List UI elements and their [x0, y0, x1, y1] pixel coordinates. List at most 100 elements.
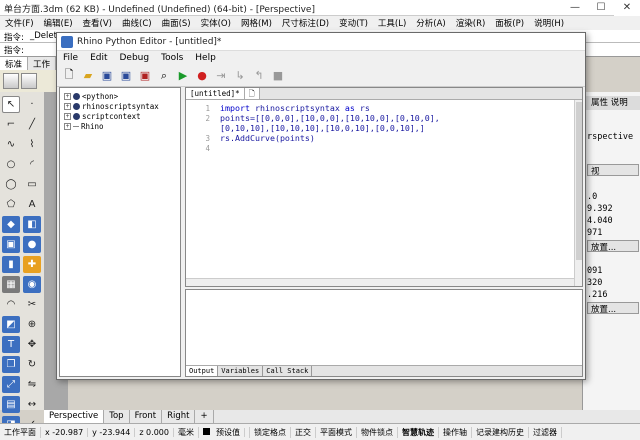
tab-call-stack[interactable]: Call Stack	[263, 366, 313, 376]
new-file-icon[interactable]	[3, 73, 19, 89]
cplane-label[interactable]: 工作平面	[0, 426, 41, 438]
smarttrack-toggle[interactable]: 智慧轨迹	[398, 426, 439, 438]
menu-edit[interactable]: 编辑(E)	[39, 17, 78, 29]
tab-perspective[interactable]: Perspective	[44, 410, 105, 423]
menu-help[interactable]: 说明(H)	[529, 17, 569, 29]
menu-file[interactable]: 文件(F)	[0, 17, 39, 29]
code-vertical-scrollbar[interactable]	[574, 100, 582, 286]
trim-icon[interactable]: ✂	[23, 296, 41, 313]
tree-node-scriptcontext[interactable]: + scriptcontext	[64, 112, 141, 121]
circle-icon[interactable]: ○	[2, 156, 20, 173]
rotate-icon[interactable]: ↻	[23, 356, 41, 373]
line-icon[interactable]: ╱	[23, 116, 41, 133]
tab-output[interactable]: Output	[186, 366, 219, 376]
freeform-curve-icon[interactable]: ⌇	[23, 136, 41, 153]
save-icon[interactable]: ▣	[99, 68, 115, 84]
step-into-icon[interactable]: ↳	[232, 68, 248, 84]
place-button-2[interactable]: 放置...	[587, 302, 639, 314]
step-out-icon[interactable]: ↰	[251, 68, 267, 84]
close-button[interactable]: ✕	[614, 0, 640, 16]
tab-variables[interactable]: Variables	[218, 366, 264, 376]
boolean-icon[interactable]: ✚	[23, 256, 41, 273]
move-icon[interactable]: ✥	[23, 336, 41, 353]
history-toggle[interactable]: 记录建构历史	[472, 426, 529, 438]
tree-node-python[interactable]: + <python>	[64, 92, 118, 101]
find-icon[interactable]: ⌕	[156, 68, 172, 84]
new-tab-button[interactable]: 🗋	[244, 88, 260, 99]
extrude-icon[interactable]: ◧	[23, 216, 41, 233]
array-icon[interactable]: ▤	[2, 396, 20, 413]
tree-node-rhinoscriptsyntax[interactable]: + rhinoscriptsyntax	[64, 102, 159, 111]
panel-tab[interactable]: 属性 说明	[583, 96, 640, 110]
ortho-toggle[interactable]: 正交	[291, 426, 316, 438]
cylinder-icon[interactable]: ▮	[2, 256, 20, 273]
menu-render[interactable]: 渲染(R)	[451, 17, 491, 29]
surface-icon[interactable]: ◆	[2, 216, 20, 233]
new-script-icon[interactable]: 🗋	[61, 68, 77, 84]
grid-snap-toggle[interactable]: 锁定格点	[250, 426, 291, 438]
polygon-icon[interactable]: ⬠	[2, 196, 20, 213]
dot-icon[interactable]: ·	[23, 96, 41, 113]
debug-icon[interactable]: ●	[194, 68, 210, 84]
sphere-icon[interactable]: ●	[23, 236, 41, 253]
place-button[interactable]: 放置...	[587, 240, 639, 252]
polyline-icon[interactable]: ⌐	[2, 116, 20, 133]
tab-standard[interactable]: 标准	[0, 57, 29, 70]
menu-mesh[interactable]: 网格(M)	[236, 17, 277, 29]
run-icon[interactable]: ▶	[175, 68, 191, 84]
tab-right[interactable]: Right	[162, 410, 196, 423]
stop-icon[interactable]: ■	[270, 68, 286, 84]
view-dropdown[interactable]: 视	[587, 164, 639, 176]
code-horizontal-scrollbar[interactable]	[186, 278, 574, 286]
menu-view[interactable]: 查看(V)	[78, 17, 117, 29]
layer-label[interactable]: 预设值	[199, 426, 250, 438]
open-script-icon[interactable]: ▰	[80, 68, 96, 84]
select-icon[interactable]: ↖	[2, 96, 20, 113]
editor-menu-tools[interactable]: Tools	[155, 53, 189, 63]
menu-surface[interactable]: 曲面(S)	[157, 17, 196, 29]
mesh-icon[interactable]: ▦	[2, 276, 20, 293]
save-all-icon[interactable]: ▣	[118, 68, 134, 84]
ellipse-icon[interactable]: ◯	[2, 176, 20, 193]
osnap-toggle[interactable]: 物件锁点	[357, 426, 398, 438]
step-over-icon[interactable]: ⇥	[213, 68, 229, 84]
gumball-toggle[interactable]: 操作轴	[439, 426, 472, 438]
box-icon[interactable]: ▣	[2, 236, 20, 253]
editor-menu-debug[interactable]: Debug	[114, 53, 156, 63]
tab-workspace[interactable]: 工作	[28, 57, 57, 70]
tab-front[interactable]: Front	[130, 410, 163, 423]
arc-icon[interactable]: ◜	[23, 156, 41, 173]
add-viewport-tab[interactable]: +	[195, 410, 214, 423]
code-editor[interactable]: [untitled]* 🗋 1 2 3 4 import rhinoscript…	[185, 87, 583, 287]
transform-icon[interactable]: T	[2, 336, 20, 353]
editor-menu-edit[interactable]: Edit	[84, 53, 113, 63]
tree-node-rhino[interactable]: + Rhino	[64, 122, 104, 131]
copy-icon[interactable]: ❐	[2, 356, 20, 373]
menu-panels[interactable]: 面板(P)	[490, 17, 529, 29]
editor-menu-help[interactable]: Help	[189, 53, 222, 63]
save-close-icon[interactable]: ▣	[137, 68, 153, 84]
planar-toggle[interactable]: 平面模式	[316, 426, 357, 438]
render-icon[interactable]: ◉	[23, 276, 41, 293]
open-file-icon[interactable]	[21, 73, 37, 89]
mirror-icon[interactable]: ⇋	[23, 376, 41, 393]
split-icon[interactable]: ◩	[2, 316, 20, 333]
scale-icon[interactable]: ⤢	[2, 376, 20, 393]
tab-top[interactable]: Top	[104, 410, 130, 423]
join-icon[interactable]: ⊕	[23, 316, 41, 333]
menu-dimension[interactable]: 尺寸标注(D)	[277, 17, 334, 29]
menu-tools[interactable]: 工具(L)	[373, 17, 411, 29]
minimize-button[interactable]: —	[562, 0, 588, 16]
text-icon[interactable]: A	[23, 196, 41, 213]
menu-curve[interactable]: 曲线(C)	[117, 17, 157, 29]
rectangle-icon[interactable]: ▭	[23, 176, 41, 193]
filter-toggle[interactable]: 过滤器	[529, 426, 562, 438]
curve-icon[interactable]: ∿	[2, 136, 20, 153]
menu-transform[interactable]: 变动(T)	[334, 17, 373, 29]
fillet-icon[interactable]: ◠	[2, 296, 20, 313]
dimension-icon[interactable]: ↔	[23, 396, 41, 413]
menu-analyze[interactable]: 分析(A)	[411, 17, 450, 29]
menu-solid[interactable]: 实体(O)	[196, 17, 236, 29]
tab-untitled[interactable]: [untitled]*	[186, 88, 245, 99]
maximize-button[interactable]: ☐	[588, 0, 614, 16]
